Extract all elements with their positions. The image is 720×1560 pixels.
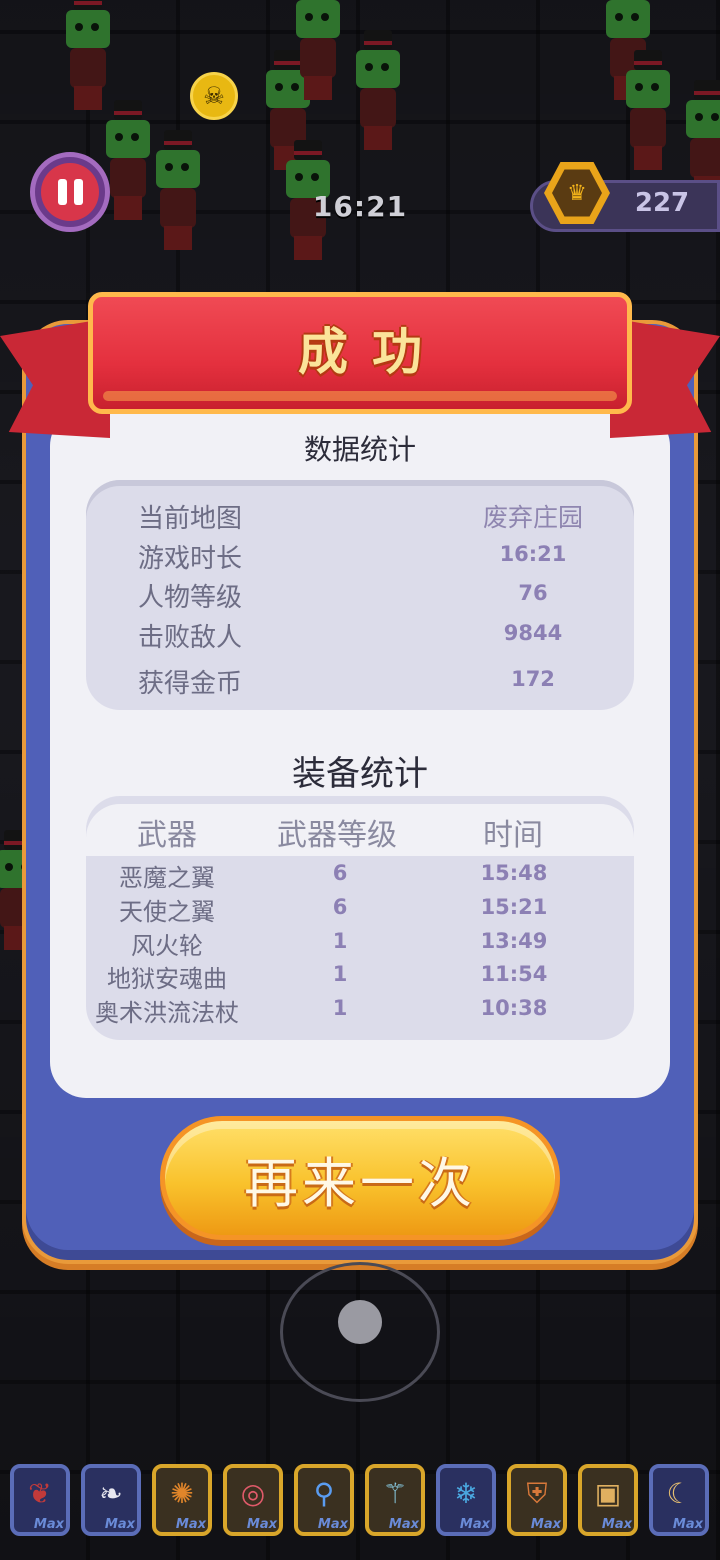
crown-counter-value: 227	[634, 188, 690, 218]
stats-table: 当前地图 废弃庄园 游戏时长 16:21 人物等级 76 击败敌人 9844 获…	[86, 480, 634, 710]
stat-row-gold: 获得金币 172	[86, 663, 634, 699]
weapon-level: 6	[332, 895, 348, 919]
equipment-slot[interactable]: ❄ Max	[436, 1464, 496, 1536]
stat-row-time: 游戏时长 16:21	[86, 538, 634, 574]
max-badge: Max	[530, 1517, 561, 1532]
max-badge: Max	[246, 1517, 277, 1532]
joystick-knob[interactable]	[338, 1300, 382, 1344]
stat-value: 172	[511, 667, 555, 691]
equipment-table-header: 武器 武器等级 时间	[86, 796, 634, 856]
table-row: 地狱安魂曲 1 11:54	[86, 959, 634, 993]
equipment-slot[interactable]: ❧ Max	[81, 1464, 141, 1536]
result-title: 成功	[298, 323, 446, 381]
demon-wings-icon: ❦	[28, 1477, 52, 1510]
retry-button[interactable]: 再来一次	[160, 1116, 560, 1240]
weapon-name: 恶魔之翼	[119, 864, 215, 892]
equipment-slot[interactable]: ⚲ Max	[294, 1464, 354, 1536]
arcane-staff-icon: ⚚	[382, 1477, 408, 1510]
max-badge: Max	[388, 1517, 419, 1532]
equipment-section-title: 装备统计	[292, 754, 428, 794]
angel-wings-icon: ❧	[99, 1477, 123, 1510]
treasure-chest-icon: ▣	[594, 1477, 622, 1510]
equipment-slot[interactable]: ☾ Max	[649, 1464, 709, 1536]
virtual-joystick[interactable]	[280, 1262, 440, 1402]
weapon-level: 1	[332, 929, 348, 953]
weapon-level: 1	[332, 962, 348, 986]
pause-button[interactable]	[30, 152, 110, 232]
retry-button-label: 再来一次	[244, 1151, 476, 1215]
stat-row-map: 当前地图 废弃庄园	[86, 498, 634, 534]
max-badge: Max	[175, 1517, 206, 1532]
max-badge: Max	[601, 1517, 632, 1532]
weapon-time: 15:21	[480, 895, 548, 919]
stat-label: 人物等级	[138, 583, 243, 613]
weapon-time: 13:49	[480, 929, 548, 953]
weapon-name: 天使之翼	[119, 898, 215, 926]
header-weapon-level: 武器等级	[277, 818, 397, 853]
stat-label: 游戏时长	[138, 544, 243, 574]
stat-value: 9844	[503, 621, 563, 645]
max-badge: Max	[317, 1517, 348, 1532]
weapon-name: 奥术洪流法杖	[95, 999, 239, 1027]
fire-wheel-icon: ✺	[170, 1477, 194, 1510]
stat-value: 76	[518, 581, 548, 605]
stat-label: 击败敌人	[138, 623, 243, 653]
weapon-time: 11:54	[480, 962, 548, 986]
skull-coin-icon: ☠	[190, 72, 238, 120]
weapon-time: 15:48	[480, 861, 548, 885]
table-row: 风火轮 1 13:49	[86, 926, 634, 960]
requiem-disc-icon: ◎	[240, 1477, 266, 1510]
header-weapon: 武器	[137, 818, 197, 853]
equipment-slot[interactable]: ⚚ Max	[365, 1464, 425, 1536]
max-badge: Max	[33, 1517, 64, 1532]
orb-staff-icon: ⚲	[313, 1477, 335, 1510]
stat-row-level: 人物等级 76	[86, 577, 634, 613]
max-badge: Max	[672, 1517, 703, 1532]
weapon-level: 6	[332, 861, 348, 885]
weapon-time: 10:38	[480, 996, 548, 1020]
weapon-level: 1	[332, 996, 348, 1020]
table-row: 奥术洪流法杖 1 10:38	[86, 993, 634, 1027]
stat-label: 获得金币	[138, 669, 243, 699]
stat-row-kills: 击败敌人 9844	[86, 617, 634, 653]
armor-icon: ⛨	[526, 1477, 548, 1510]
stat-label: 当前地图	[138, 504, 243, 534]
weapon-name: 地狱安魂曲	[107, 965, 227, 993]
equipment-slot[interactable]: ⛨ Max	[507, 1464, 567, 1536]
stat-value: 废弃庄园	[482, 503, 583, 532]
stat-value: 16:21	[499, 542, 567, 566]
header-time: 时间	[483, 818, 543, 853]
equipment-slots: ❦ Max ❧ Max ✺ Max ◎ Max ⚲ Max ⚚ Max ❄ Ma…	[10, 1464, 710, 1544]
weapon-name: 风火轮	[131, 932, 203, 960]
stats-section-title: 数据统计	[303, 433, 416, 466]
equipment-slot[interactable]: ▣ Max	[578, 1464, 638, 1536]
equipment-slot[interactable]: ◎ Max	[223, 1464, 283, 1536]
claw-icon: ☾	[666, 1477, 692, 1510]
table-row: 天使之翼 6 15:21	[86, 892, 634, 926]
equipment-slot[interactable]: ❦ Max	[10, 1464, 70, 1536]
game-timer: 16:21	[312, 190, 408, 223]
equipment-table: 武器 武器等级 时间 恶魔之翼 6 15:48 天使之翼 6 15:21 风火轮…	[86, 796, 634, 1040]
pause-icon	[41, 163, 99, 221]
table-row: 恶魔之翼 6 15:48	[86, 858, 634, 892]
equipment-slot[interactable]: ✺ Max	[152, 1464, 212, 1536]
max-badge: Max	[459, 1517, 490, 1532]
max-badge: Max	[104, 1517, 135, 1532]
ice-crystal-icon: ❄	[454, 1477, 478, 1510]
